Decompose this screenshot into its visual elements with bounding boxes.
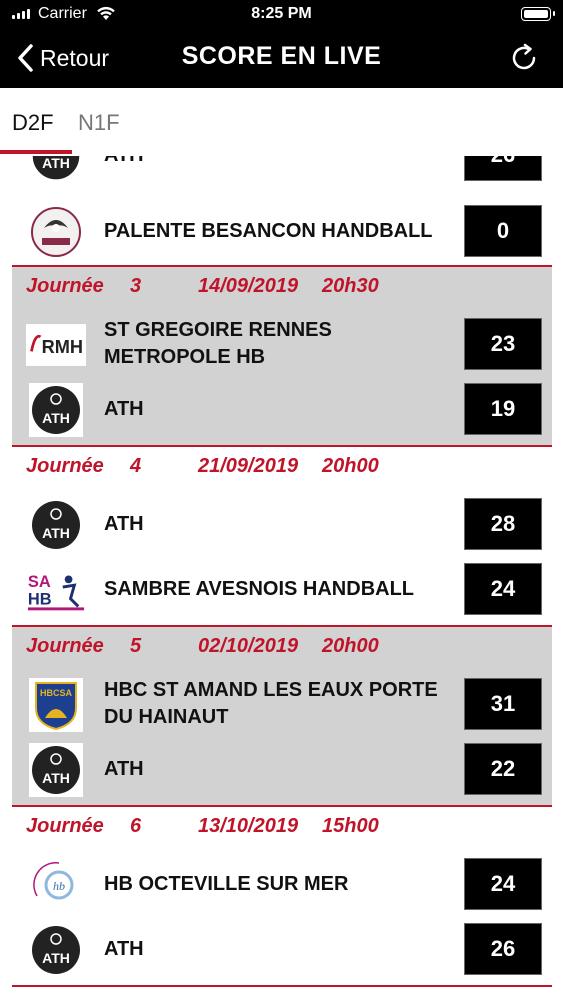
league-tabs: D2F N1F	[0, 88, 563, 156]
team-name: ATH	[104, 156, 444, 186]
tab-d2f[interactable]: D2F	[12, 110, 54, 136]
team-name: SAMBRE AVESNOIS HANDBALL	[104, 577, 415, 600]
hbcsa-logo-icon: HBCSA	[26, 678, 86, 732]
rmh-logo-icon: RMH	[26, 319, 86, 371]
team-name: HB OCTEVILLE SUR MER	[104, 872, 349, 895]
ath-logo-icon: ATH	[26, 743, 86, 797]
match-block: ATH ATH 26 PALENTE BESANCON HANDBALL 0	[12, 156, 552, 267]
match-block: Journée 6 13/10/2019 15h00 hb HB OCTEVIL…	[12, 807, 552, 987]
svg-text:ATH: ATH	[42, 770, 70, 786]
team-row[interactable]: ATH ATH 19	[12, 378, 552, 440]
svg-text:hb: hb	[53, 879, 65, 893]
team-row[interactable]: ATH ATH 22	[12, 738, 552, 800]
ath-logo-icon: ATH	[26, 499, 86, 551]
battery-icon	[521, 7, 555, 21]
palente-logo-icon	[26, 206, 86, 258]
team-row[interactable]: ATH ATH 26	[12, 156, 552, 186]
team-row[interactable]: SA HB SAMBRE AVESNOIS HANDBALL 24	[12, 558, 552, 620]
score-box: 23	[464, 318, 542, 370]
svg-text:SA: SA	[28, 573, 51, 591]
svg-text:ATH: ATH	[42, 410, 70, 426]
score-box: 0	[464, 205, 542, 257]
svg-text:HB: HB	[28, 591, 52, 609]
octeville-logo-icon: hb	[26, 859, 86, 911]
score-box: 31	[464, 678, 542, 730]
team-name: ATH	[104, 512, 144, 535]
match-block: Journée 4 21/09/2019 20h00 ATH ATH 28 SA…	[12, 447, 552, 627]
svg-text:ATH: ATH	[42, 525, 70, 541]
svg-text:ATH: ATH	[42, 156, 70, 171]
team-row[interactable]: ATH ATH 28	[12, 493, 552, 555]
team-name: ATH	[104, 757, 144, 780]
svg-text:ATH: ATH	[42, 950, 70, 966]
team-row[interactable]: ATH ATH 26	[12, 918, 552, 980]
team-name: HBC ST AMAND LES EAUX PORTE DU HAINAUT	[104, 679, 438, 728]
team-name: PALENTE BESANCON HANDBALL	[104, 219, 433, 242]
match-block: Journée 3 14/09/2019 20h30 RMH ST GREGOI…	[12, 267, 552, 447]
app-header: Carrier 8:25 PM Retour SCORE EN LIVE	[0, 0, 563, 88]
ath-logo-icon: ATH	[26, 383, 86, 437]
match-list[interactable]: ATH ATH 26 PALENTE BESANCON HANDBALL 0 J…	[0, 156, 563, 1000]
team-row[interactable]: RMH ST GREGOIRE RENNES METROPOLE HB 23	[12, 313, 552, 375]
refresh-icon[interactable]	[507, 41, 541, 75]
score-box: 26	[464, 156, 542, 181]
team-name: ATH	[104, 937, 144, 960]
team-row[interactable]: HBCSA HBC ST AMAND LES EAUX PORTE DU HAI…	[12, 673, 552, 735]
team-row[interactable]: hb HB OCTEVILLE SUR MER 24	[12, 853, 552, 915]
score-box: 19	[464, 383, 542, 435]
score-box: 24	[464, 858, 542, 910]
sah-logo-icon: SA HB	[26, 564, 86, 616]
team-name: ST GREGOIRE RENNES METROPOLE HB	[104, 319, 332, 368]
score-box: 28	[464, 498, 542, 550]
match-block: Journée 5 02/10/2019 20h00 HBCSA HBC ST …	[12, 627, 552, 807]
score-box: 22	[464, 743, 542, 795]
page-title: SCORE EN LIVE	[181, 42, 382, 70]
team-name: ATH	[104, 397, 144, 420]
status-bar: Carrier 8:25 PM	[0, 0, 563, 28]
active-tab-indicator	[0, 150, 72, 154]
team-row[interactable]: PALENTE BESANCON HANDBALL 0	[12, 200, 552, 262]
tab-n1f[interactable]: N1F	[78, 110, 120, 136]
status-time: 8:25 PM	[251, 5, 312, 22]
score-box: 24	[464, 563, 542, 615]
nav-bar: Retour SCORE EN LIVE	[0, 28, 563, 88]
svg-text:HBCSA: HBCSA	[40, 688, 73, 698]
ath-logo-icon: ATH	[26, 924, 86, 976]
ath-logo-icon: ATH	[26, 156, 86, 182]
svg-text:RMH: RMH	[42, 337, 83, 357]
score-box: 26	[464, 923, 542, 975]
divider	[12, 985, 552, 987]
